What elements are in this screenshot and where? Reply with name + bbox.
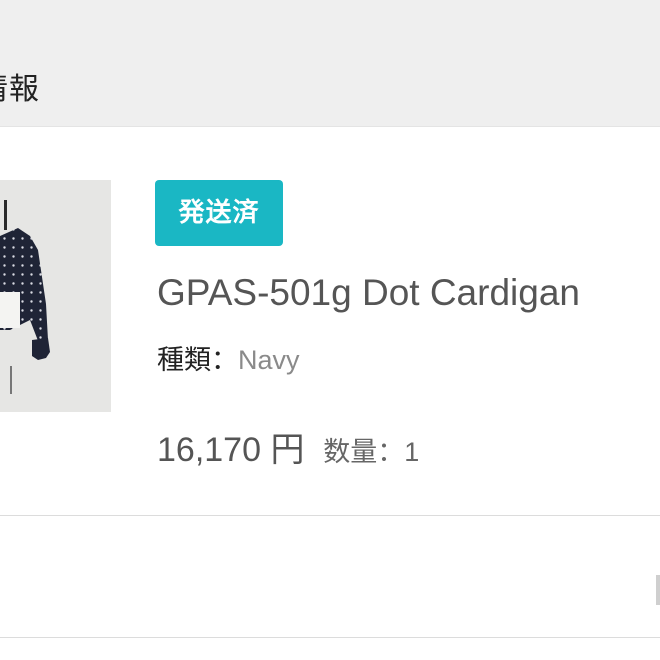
edge-control [656, 575, 660, 605]
quantity-value: 1 [404, 437, 420, 467]
price: 16,170 円 [157, 431, 305, 469]
section-header: 情報 [0, 0, 660, 127]
quantity: 数量：1 [323, 437, 419, 468]
status-badge: 発送済 [155, 180, 283, 246]
cardigan-product-photo-icon [0, 180, 111, 412]
divider [0, 637, 660, 638]
product-image[interactable] [0, 180, 111, 412]
variant-label: 種類： [157, 345, 238, 376]
order-details-page: 情報 発送済 GPAS-501g Dot Cardigan 種類：Navy 16… [0, 0, 660, 660]
quantity-label: 数量： [323, 437, 405, 468]
variant-row: 種類：Navy [157, 340, 300, 381]
price-row: 16,170 円 数量：1 [157, 426, 419, 477]
variant-value: Navy [238, 345, 300, 375]
section-title: 情報 [0, 72, 40, 107]
product-name[interactable]: GPAS-501g Dot Cardigan [157, 268, 580, 318]
divider [0, 515, 660, 516]
